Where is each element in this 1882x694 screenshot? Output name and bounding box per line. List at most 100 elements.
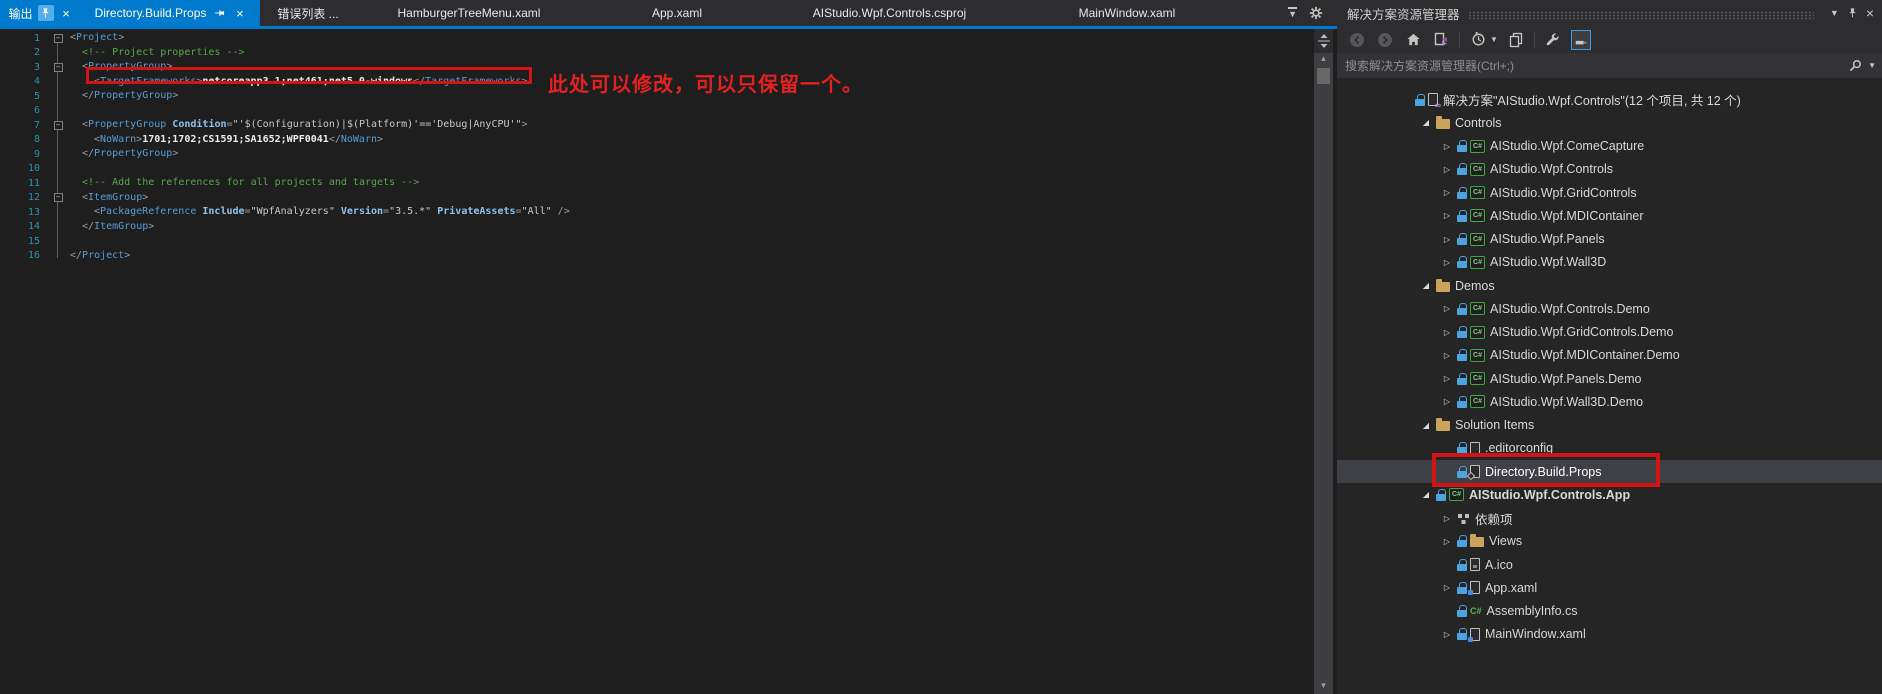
line-number: 11: [0, 178, 46, 189]
filter-dropdown-chevron-icon[interactable]: ▼: [1490, 35, 1498, 44]
forward-icon[interactable]: [1375, 30, 1395, 50]
tree-item-label: AIStudio.Wpf.Wall3D.Demo: [1490, 395, 1643, 409]
lock-icon: [1457, 187, 1467, 199]
expanded-arrow-icon[interactable]: ◢: [1416, 118, 1436, 127]
code-text: </ItemGroup>: [70, 220, 154, 235]
close-panel-icon[interactable]: ×: [1866, 5, 1874, 21]
tree-item-mainwindow.xaml[interactable]: ▷ MainWindow.xaml: [1337, 623, 1882, 646]
tab-list-chevron-icon[interactable]: ▼: [1288, 7, 1297, 19]
preview-selected-items-icon[interactable]: [1571, 30, 1591, 50]
tab-hamburgertreemenu.xaml[interactable]: HamburgerTreeMenu.xaml: [356, 0, 582, 26]
fold-collapse-icon[interactable]: −: [54, 121, 63, 130]
collapsed-arrow-icon[interactable]: ▷: [1437, 374, 1457, 383]
dependencies-icon: [1457, 512, 1470, 524]
tree-item-aistudio.wpf.comecapture[interactable]: ▷C#AIStudio.Wpf.ComeCapture: [1337, 135, 1882, 158]
tree-item-aistudio.wpf.mdicontainer.demo[interactable]: ▷C#AIStudio.Wpf.MDIContainer.Demo: [1337, 344, 1882, 367]
scroll-down-arrow[interactable]: ▼: [1314, 680, 1333, 692]
tree-item--aistudio.wpf.controls-12-12-[interactable]: 解决方案"AIStudio.Wpf.Controls"(12 个项目, 共 12…: [1337, 88, 1882, 111]
tab--...[interactable]: 错误列表 ...: [260, 0, 356, 26]
pending-changes-filter-icon[interactable]: [1468, 30, 1488, 50]
collapsed-arrow-icon[interactable]: ▷: [1437, 188, 1457, 197]
collapsed-arrow-icon[interactable]: ▷: [1437, 142, 1457, 151]
collapsed-arrow-icon[interactable]: ▷: [1437, 258, 1457, 267]
pin-tab-icon[interactable]: [211, 5, 227, 21]
tab-mainwindow.xaml[interactable]: MainWindow.xaml: [1007, 0, 1247, 26]
tree-item-aistudio.wpf.wall3d[interactable]: ▷C#AIStudio.Wpf.Wall3D: [1337, 251, 1882, 274]
xaml-file-icon: [1470, 581, 1480, 594]
expanded-arrow-icon[interactable]: ◢: [1416, 490, 1436, 499]
close-tab-icon[interactable]: ×: [59, 6, 74, 21]
tree-item-views[interactable]: ▷Views: [1337, 530, 1882, 553]
drag-dots-texture: [1468, 11, 1814, 20]
tab-directory.build.props[interactable]: Directory.Build.Props×: [82, 0, 260, 26]
tree-item-label: MainWindow.xaml: [1485, 627, 1586, 641]
pin-tab-icon[interactable]: [38, 5, 54, 21]
code-editor-surface[interactable]: 此处可以修改，可以只保留一个。 1−<Project>2<!-- Project…: [0, 29, 1314, 694]
sync-with-active-document-icon[interactable]: [1431, 30, 1451, 50]
collapsed-arrow-icon[interactable]: ▷: [1437, 397, 1457, 406]
collapsed-arrow-icon[interactable]: ▷: [1437, 583, 1457, 592]
search-placeholder: 搜索解决方案资源管理器(Ctrl+;): [1337, 57, 1842, 74]
collapsed-arrow-icon[interactable]: ▷: [1437, 537, 1457, 546]
expanded-arrow-icon[interactable]: ◢: [1416, 281, 1436, 290]
fold-collapse-icon[interactable]: −: [54, 193, 63, 202]
tree-item-aistudio.wpf.wall3d.demo[interactable]: ▷C#AIStudio.Wpf.Wall3D.Demo: [1337, 390, 1882, 413]
solution-explorer-panel: 解决方案资源管理器 ▼ × ▼ 搜索解决方案资源管理器(Ctrl+;) ▼ 解决…: [1337, 0, 1882, 694]
collapsed-arrow-icon[interactable]: ▷: [1437, 328, 1457, 337]
tree-item-aistudio.wpf.gridcontrols[interactable]: ▷C#AIStudio.Wpf.GridControls: [1337, 181, 1882, 204]
tree-item--[interactable]: ▷依赖项: [1337, 507, 1882, 530]
scrollbar-thumb[interactable]: [1317, 68, 1330, 84]
scroll-up-arrow[interactable]: ▲: [1314, 53, 1333, 65]
tree-item-app.xaml[interactable]: ▷App.xaml: [1337, 576, 1882, 599]
home-icon[interactable]: [1403, 30, 1423, 50]
solution-search-box[interactable]: 搜索解决方案资源管理器(Ctrl+;) ▼: [1337, 53, 1882, 78]
search-options-chevron-icon[interactable]: ▼: [1868, 61, 1882, 70]
tree-item-controls[interactable]: ◢Controls: [1337, 111, 1882, 134]
search-icon[interactable]: [1842, 59, 1868, 72]
document-options-gear-icon[interactable]: [1309, 6, 1323, 20]
toolbar-separator: [1459, 32, 1460, 48]
fold-collapse-icon[interactable]: −: [54, 63, 63, 72]
tab--[interactable]: 输出×: [0, 0, 82, 26]
line-number: 6: [0, 105, 46, 116]
editor-tab-strip: 输出×Directory.Build.Props× 错误列表 ... Hamburg…: [0, 0, 1337, 26]
tree-item-aistudio.wpf.mdicontainer[interactable]: ▷C#AIStudio.Wpf.MDIContainer: [1337, 204, 1882, 227]
pin-panel-icon[interactable]: [1847, 7, 1858, 19]
code-line-13: 13<PackageReference Include="WpfAnalyzer…: [0, 205, 1314, 220]
collapsed-arrow-icon[interactable]: ▷: [1437, 304, 1457, 313]
tree-item-aistudio.wpf.controls[interactable]: ▷C#AIStudio.Wpf.Controls: [1337, 158, 1882, 181]
collapsed-arrow-icon[interactable]: ▷: [1437, 514, 1457, 523]
tab-label: AIStudio.Wpf.Controls.csproj: [813, 6, 966, 20]
window-position-chevron-icon[interactable]: ▼: [1830, 8, 1839, 18]
collapsed-arrow-icon[interactable]: ▷: [1437, 630, 1457, 639]
back-icon[interactable]: [1347, 30, 1367, 50]
tree-item-label: 解决方案"AIStudio.Wpf.Controls"(12 个项目, 共 12…: [1443, 90, 1741, 109]
expanded-arrow-icon[interactable]: ◢: [1416, 421, 1436, 430]
tree-item-aistudio.wpf.panels.demo[interactable]: ▷C#AIStudio.Wpf.Panels.Demo: [1337, 367, 1882, 390]
collapsed-arrow-icon[interactable]: ▷: [1437, 165, 1457, 174]
editor-vertical-scrollbar[interactable]: ▲ ▼: [1314, 29, 1333, 694]
collapsed-arrow-icon[interactable]: ▷: [1437, 351, 1457, 360]
tab-app.xaml[interactable]: App.xaml: [582, 0, 772, 26]
close-tab-icon[interactable]: ×: [232, 6, 247, 21]
tab-label: 错误列表 ...: [277, 5, 338, 22]
tab-aistudio.wpf.controls.csproj[interactable]: AIStudio.Wpf.Controls.csproj: [772, 0, 1007, 26]
tree-item-demos[interactable]: ◢Demos: [1337, 274, 1882, 297]
tree-item-aistudio.wpf.gridcontrols.demo[interactable]: ▷C#AIStudio.Wpf.GridControls.Demo: [1337, 321, 1882, 344]
fold-collapse-icon[interactable]: −: [54, 34, 63, 43]
show-all-files-icon[interactable]: [1506, 30, 1526, 50]
editor-split-grip[interactable]: [1314, 29, 1333, 53]
collapsed-arrow-icon[interactable]: ▷: [1437, 211, 1457, 220]
tree-item-solution-items[interactable]: ◢Solution Items: [1337, 414, 1882, 437]
solution-explorer-header[interactable]: 解决方案资源管理器 ▼ ×: [1337, 0, 1882, 26]
tree-item-label: AIStudio.Wpf.Controls.App: [1469, 488, 1630, 502]
tree-item-aistudio.wpf.controls.demo[interactable]: ▷C#AIStudio.Wpf.Controls.Demo: [1337, 297, 1882, 320]
collapsed-arrow-icon[interactable]: ▷: [1437, 235, 1457, 244]
tree-item-aistudio.wpf.panels[interactable]: ▷C#AIStudio.Wpf.Panels: [1337, 228, 1882, 251]
csharp-project-icon: C#: [1470, 186, 1485, 199]
properties-wrench-icon[interactable]: [1543, 30, 1563, 50]
code-line-14: 14</ItemGroup>: [0, 220, 1314, 235]
tree-item-assemblyinfo.cs[interactable]: C#AssemblyInfo.cs: [1337, 600, 1882, 623]
tree-item-a.ico[interactable]: A.ico: [1337, 553, 1882, 576]
line-number: 7: [0, 120, 46, 131]
